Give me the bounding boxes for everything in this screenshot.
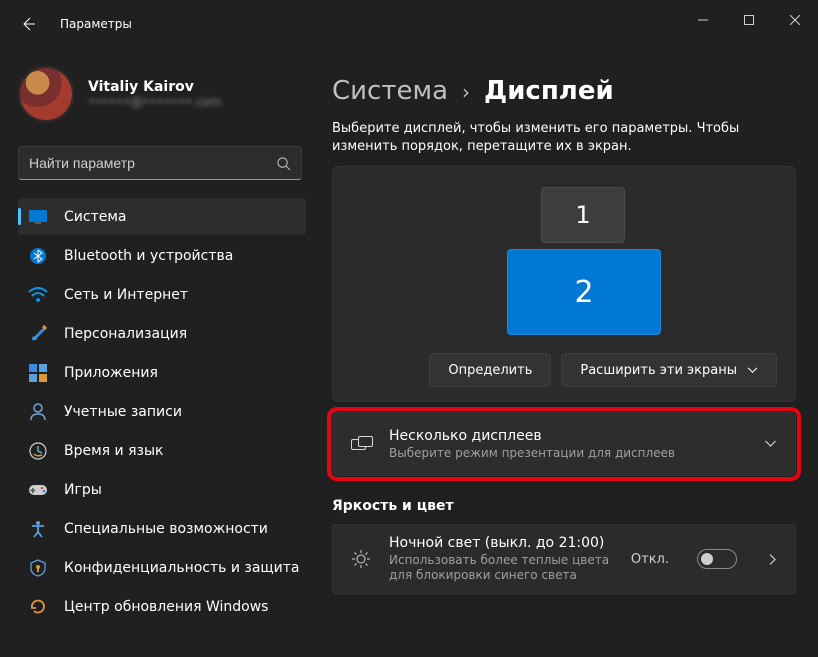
nav-label: Сеть и Интернет xyxy=(64,287,188,303)
person-icon xyxy=(28,402,48,422)
chevron-down-icon xyxy=(764,440,777,448)
display-icon xyxy=(28,207,48,227)
nav-label: Игры xyxy=(64,482,102,498)
search-box[interactable] xyxy=(18,146,302,180)
nav-apps[interactable]: Приложения xyxy=(18,354,306,391)
apps-icon xyxy=(28,363,48,383)
accessibility-icon xyxy=(28,519,48,539)
gamepad-icon xyxy=(28,480,48,500)
identify-button[interactable]: Определить xyxy=(429,353,551,387)
nav-system[interactable]: Система xyxy=(18,198,306,235)
nav-label: Bluetooth и устройства xyxy=(64,248,233,264)
card-subtitle: Выберите режим презентации для дисплеев xyxy=(389,446,746,460)
nav-accounts[interactable]: Учетные записи xyxy=(18,393,306,430)
page-subtext: Выберите дисплей, чтобы изменить его пар… xyxy=(332,120,772,156)
nav-time[interactable]: Время и язык xyxy=(18,432,306,469)
main-content: Система › Дисплей Выберите дисплей, чтоб… xyxy=(308,48,818,657)
sidebar: Vitaliy Kairov ••••••@•••••••.com Систем… xyxy=(0,48,308,657)
nav-update[interactable]: Центр обновления Windows xyxy=(18,588,306,625)
chevron-down-icon xyxy=(747,367,758,374)
button-label: Определить xyxy=(448,363,532,378)
page-title: Дисплей xyxy=(484,76,614,106)
bluetooth-icon xyxy=(28,246,48,266)
window-controls xyxy=(680,0,818,40)
night-light-card[interactable]: Ночной свет (выкл. до 21:00) Использоват… xyxy=(332,524,796,594)
nav-label: Персонализация xyxy=(64,326,187,342)
toggle-status: Откл. xyxy=(631,552,669,567)
chevron-right-icon: › xyxy=(462,80,470,104)
user-block[interactable]: Vitaliy Kairov ••••••@•••••••.com xyxy=(18,66,298,122)
display-arrange-panel: 1 2 Определить Расширить эти экраны xyxy=(332,166,796,402)
night-light-toggle[interactable] xyxy=(697,549,737,569)
night-light-icon xyxy=(351,549,371,569)
nav-personalization[interactable]: Персонализация xyxy=(18,315,306,352)
nav-label: Учетные записи xyxy=(64,404,182,420)
extend-dropdown[interactable]: Расширить эти экраны xyxy=(561,353,777,387)
nav-label: Центр обновления Windows xyxy=(64,599,268,615)
wifi-icon xyxy=(28,285,48,305)
breadcrumb: Система › Дисплей xyxy=(332,76,796,106)
clock-icon xyxy=(28,441,48,461)
back-icon[interactable] xyxy=(18,16,38,32)
close-button[interactable] xyxy=(772,0,818,40)
maximize-button[interactable] xyxy=(726,0,772,40)
search-icon xyxy=(276,156,291,171)
avatar xyxy=(18,66,74,122)
multiple-displays-card[interactable]: Несколько дисплеев Выберите режим презен… xyxy=(332,412,796,476)
shield-icon xyxy=(28,558,48,578)
update-icon xyxy=(28,597,48,617)
app-title: Параметры xyxy=(60,17,132,31)
card-title: Несколько дисплеев xyxy=(389,428,746,444)
button-label: Расширить эти экраны xyxy=(580,363,737,378)
nav-label: Система xyxy=(64,209,126,225)
card-title: Ночной свет (выкл. до 21:00) xyxy=(389,535,613,551)
nav-gaming[interactable]: Игры xyxy=(18,471,306,508)
titlebar: Параметры xyxy=(0,0,818,48)
section-brightness-header: Яркость и цвет xyxy=(332,498,796,514)
multiple-displays-card-highlight: Несколько дисплеев Выберите режим презен… xyxy=(332,412,796,476)
nav-privacy[interactable]: Конфиденциальность и защита xyxy=(18,549,306,586)
minimize-button[interactable] xyxy=(680,0,726,40)
nav-label: Время и язык xyxy=(64,443,163,459)
nav-network[interactable]: Сеть и Интернет xyxy=(18,276,306,313)
nav-label: Конфиденциальность и защита xyxy=(64,560,299,576)
multiple-displays-icon xyxy=(351,436,371,452)
nav: Система Bluetooth и устройства Сеть и Ин… xyxy=(18,198,306,625)
crumb-root[interactable]: Система xyxy=(332,76,448,106)
user-email: ••••••@•••••••.com xyxy=(88,95,221,109)
search-input[interactable] xyxy=(29,155,276,171)
nav-bluetooth[interactable]: Bluetooth и устройства xyxy=(18,237,306,274)
user-name: Vitaliy Kairov xyxy=(88,79,221,95)
monitor-2[interactable]: 2 xyxy=(507,249,661,335)
nav-label: Приложения xyxy=(64,365,158,381)
card-subtitle: Использовать более теплые цвета для блок… xyxy=(389,553,613,583)
display-canvas[interactable]: 1 2 xyxy=(351,183,777,353)
nav-label: Специальные возможности xyxy=(64,521,268,537)
brush-icon xyxy=(28,324,48,344)
nav-accessibility[interactable]: Специальные возможности xyxy=(18,510,306,547)
monitor-1[interactable]: 1 xyxy=(541,187,625,243)
panel-actions: Определить Расширить эти экраны xyxy=(351,353,777,387)
chevron-right-icon[interactable] xyxy=(769,553,777,566)
